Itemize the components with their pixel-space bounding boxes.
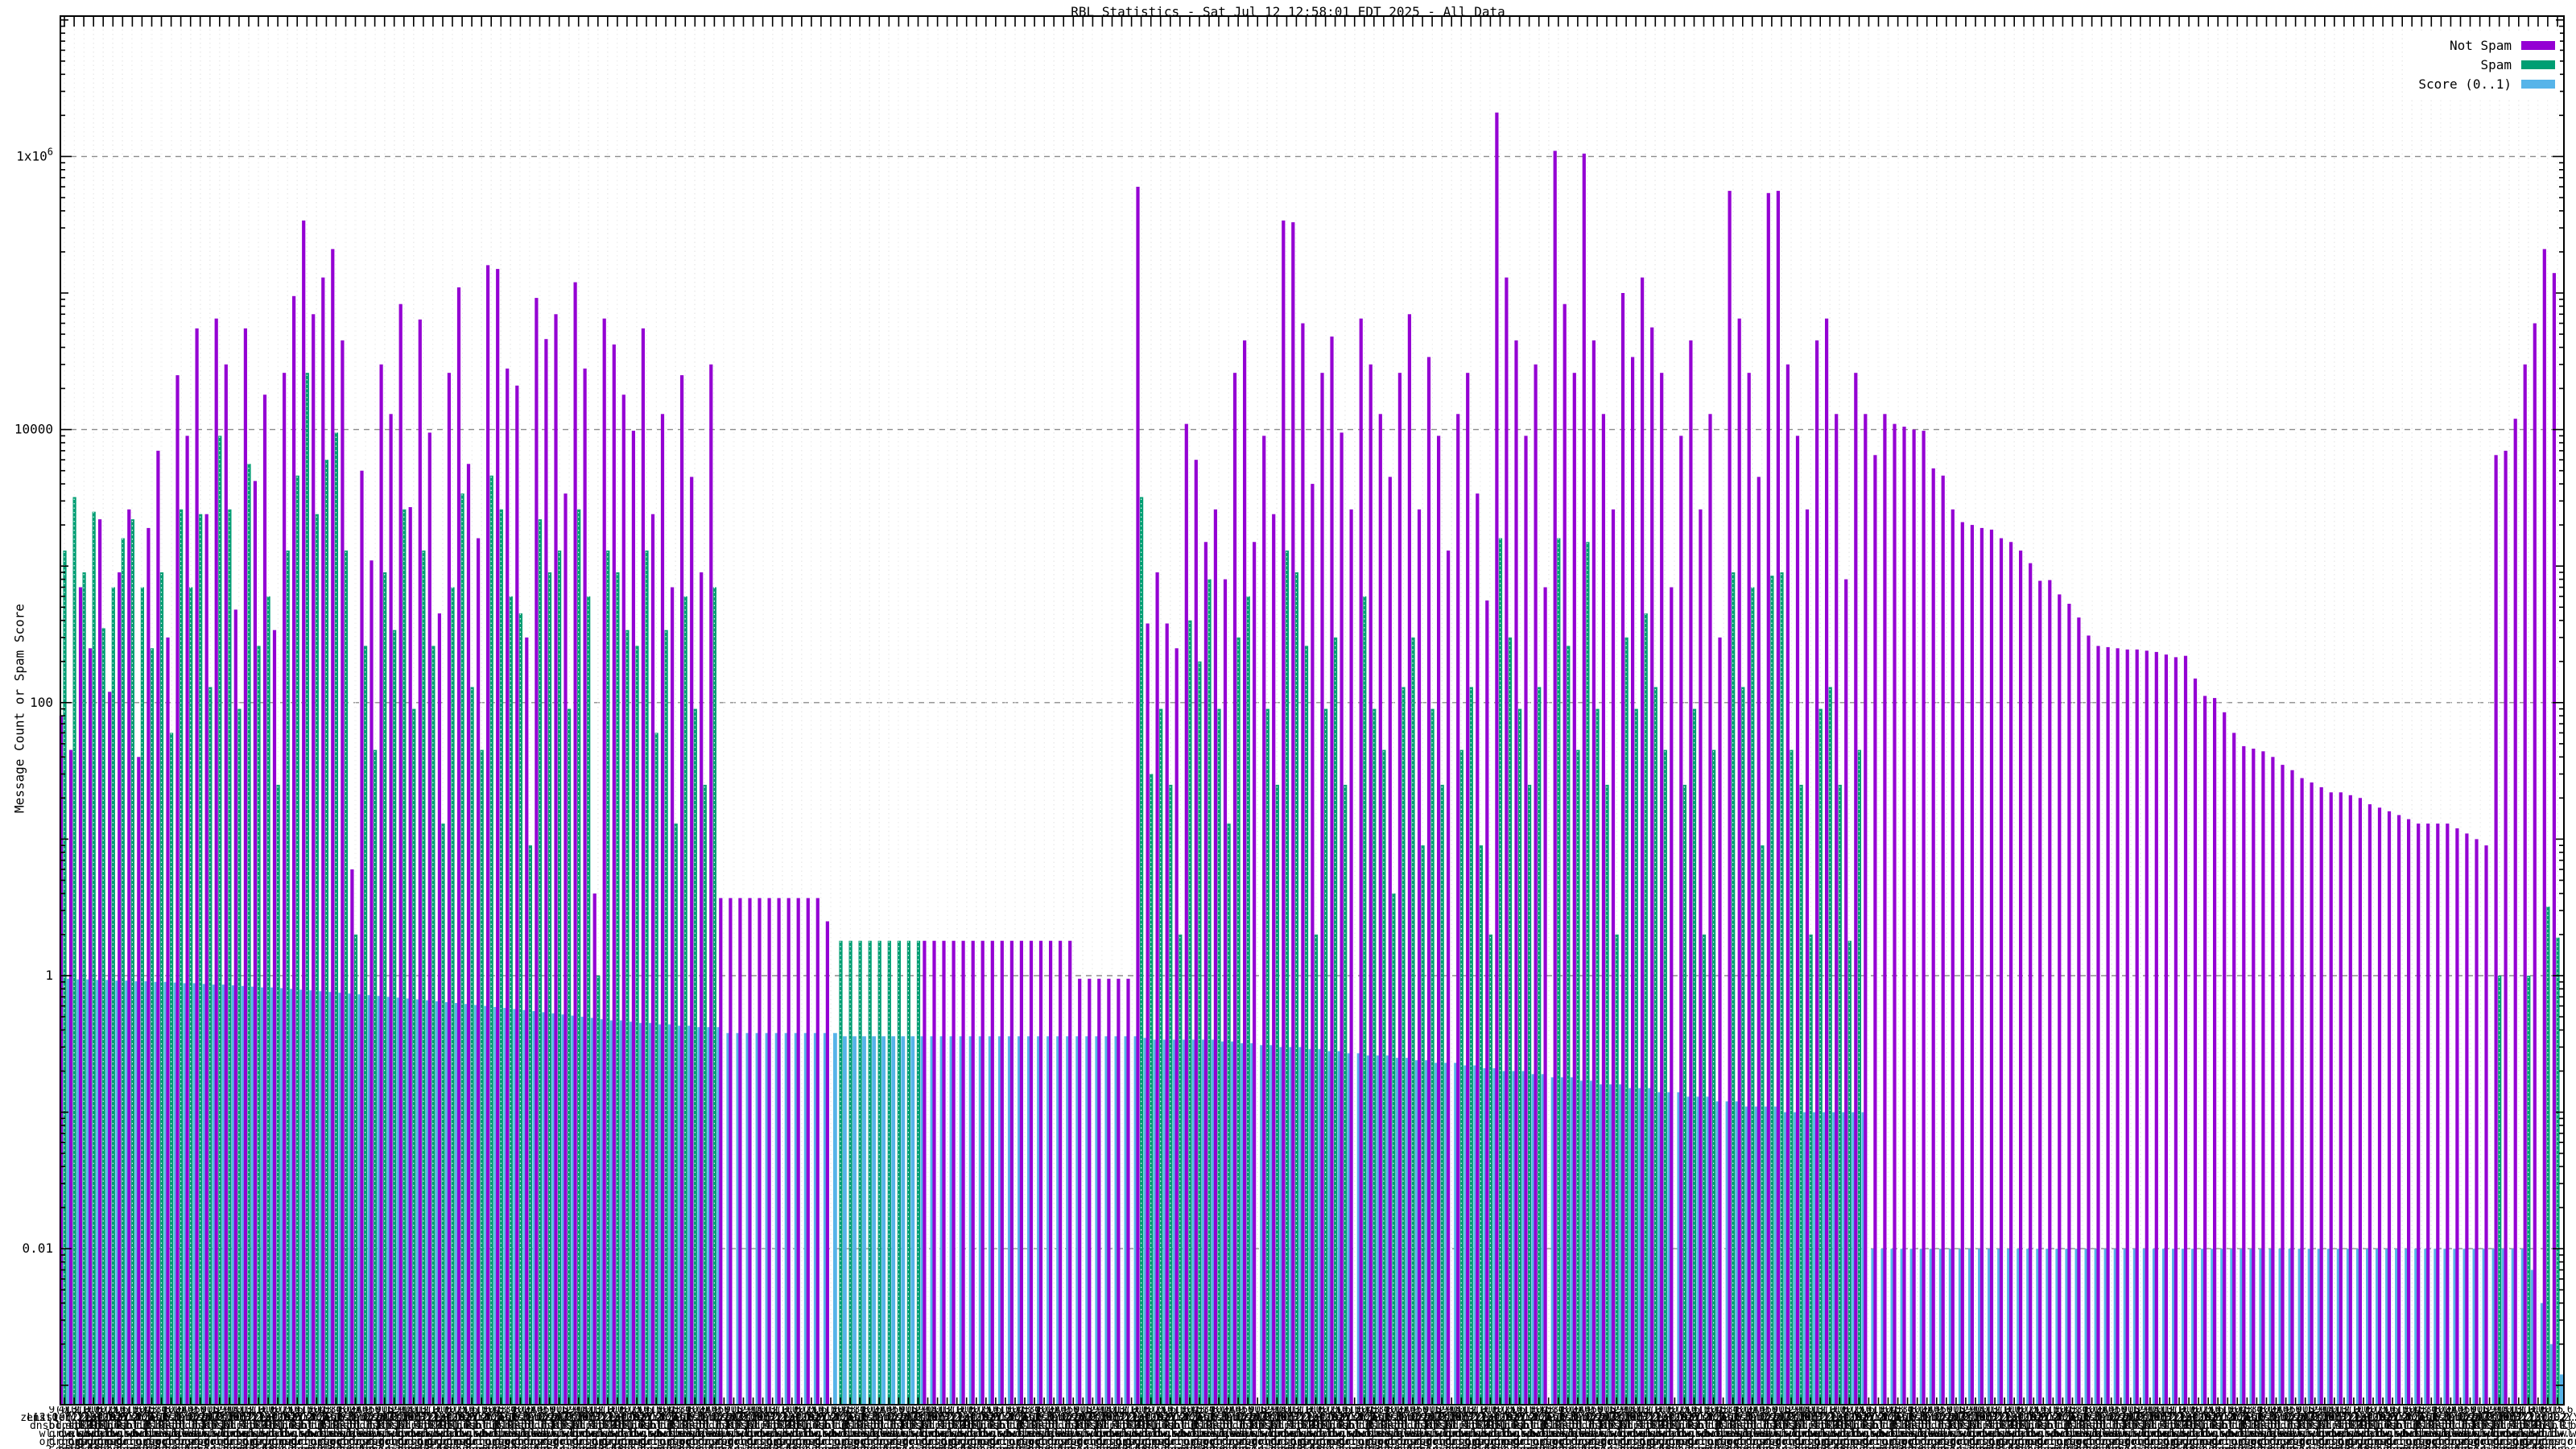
legend-label-spam: Spam — [2480, 57, 2512, 72]
legend-row-not-spam: Not Spam — [2418, 35, 2555, 55]
svg-text:1: 1 — [45, 968, 53, 983]
svg-text:10000: 10000 — [14, 422, 53, 437]
score-swatch — [2521, 80, 2555, 89]
legend: Not Spam Spam Score (0..1) — [2407, 32, 2560, 98]
svg-text:0.01: 0.01 — [22, 1241, 53, 1256]
legend-row-spam: Spam — [2418, 55, 2555, 74]
svg-text:1x106: 1x106 — [16, 146, 53, 163]
legend-row-score: Score (0..1) — [2418, 74, 2555, 93]
legend-label-not-spam: Not Spam — [2450, 38, 2512, 53]
x-tick-label: 5(0.6 List1.2.Y.0 dnsbl.bt wd.dw.wb hops… — [2523, 1406, 2576, 1449]
svg-text:100: 100 — [30, 695, 53, 710]
not-spam-swatch — [2521, 41, 2555, 50]
legend-label-score: Score (0..1) — [2418, 76, 2512, 92]
x-tick-labels: 9(0.2 zen2.0.1.2.2.2 dnsbl.lt.R1 wl.dw.w… — [0, 1406, 2576, 1449]
spam-swatch — [2521, 60, 2555, 69]
plot-area: 1x106 10000 100 1 0.01 — [0, 0, 2576, 1449]
